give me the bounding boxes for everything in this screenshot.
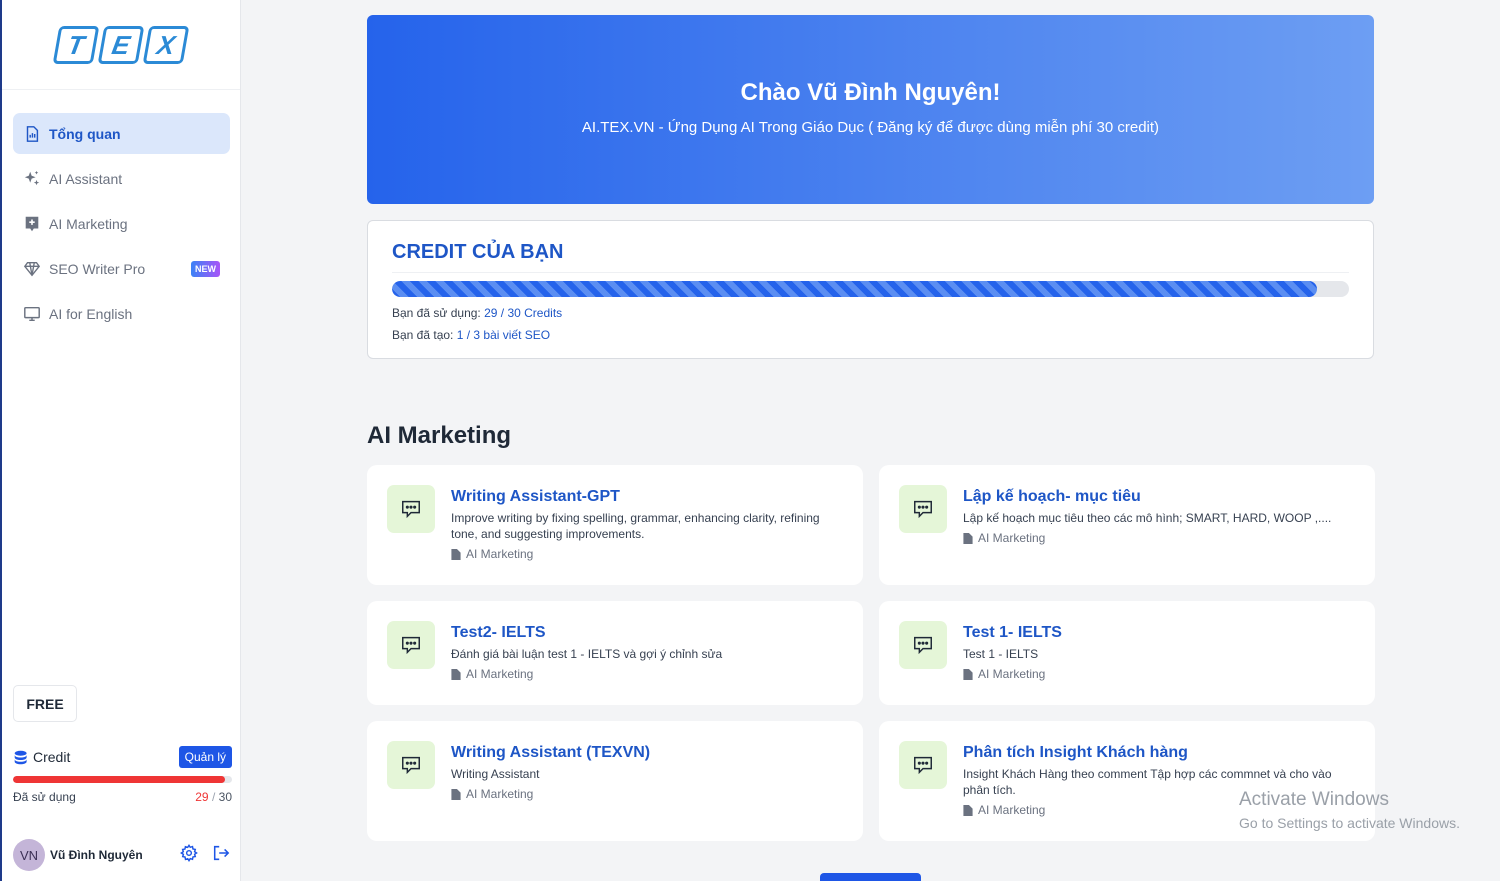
category-label: AI Marketing bbox=[978, 803, 1046, 817]
card-description: Test 1 - IELTS bbox=[963, 647, 1039, 661]
section-title: AI Marketing bbox=[367, 422, 512, 449]
welcome-subtitle: AI.TEX.VN - Ứng Dụng AI Trong Giáo Dục (… bbox=[581, 119, 1160, 136]
watermark-subtitle: Go to Settings to activate Windows. bbox=[1239, 815, 1460, 831]
logo-letter: X bbox=[142, 25, 190, 64]
category-label: AI Marketing bbox=[466, 547, 534, 561]
plan-badge: FREE bbox=[13, 685, 77, 722]
card-category: AI Marketing bbox=[963, 531, 1331, 545]
sparkles-icon bbox=[23, 170, 41, 188]
monitor-icon bbox=[23, 305, 41, 323]
logo-letter: E bbox=[97, 25, 145, 64]
credit-used-stat: Bạn đã sử dụng: 29 / 30 Credits bbox=[392, 306, 1349, 320]
tool-card[interactable]: Lập kế hoạch- mục tiêu Lập kế hoạch mục … bbox=[879, 465, 1375, 585]
sidebar: T E X Tổng quan AI Assistant AI Marketin… bbox=[0, 0, 241, 881]
chart-document-icon bbox=[23, 125, 41, 143]
chat-bubble-icon bbox=[899, 485, 947, 533]
credit-progress-fill bbox=[392, 281, 1318, 297]
welcome-banner: Chào Vũ Đình Nguyên! AI.TEX.VN - Ứng Dụn… bbox=[367, 15, 1374, 204]
tool-card[interactable]: Test2- IELTS Đánh giá bài luận test 1 - … bbox=[367, 601, 863, 705]
card-description: Lập kế hoạch mục tiêu theo các mô hình; … bbox=[963, 511, 1332, 525]
logo-area: T E X bbox=[2, 0, 240, 90]
file-icon bbox=[451, 668, 461, 680]
card-title[interactable]: Writing Assistant (TEXVN) bbox=[451, 744, 650, 762]
credit-used-count: 29 / 30 bbox=[195, 790, 232, 804]
card-category: AI Marketing bbox=[451, 667, 722, 681]
card-category: AI Marketing bbox=[451, 547, 843, 561]
file-icon bbox=[963, 668, 973, 680]
credit-used-value: 29 bbox=[195, 790, 209, 804]
credit-card-title: CREDIT CỦA BẠN bbox=[392, 241, 1349, 273]
card-title[interactable]: Lập kế hoạch- mục tiêu bbox=[963, 488, 1331, 506]
card-title[interactable]: Test2- IELTS bbox=[451, 624, 722, 642]
chat-bubble-icon bbox=[387, 485, 435, 533]
category-label: AI Marketing bbox=[466, 667, 534, 681]
sidebar-item-seo-writer[interactable]: SEO Writer Pro NEW bbox=[13, 248, 230, 289]
chat-bubble-icon bbox=[387, 621, 435, 669]
ai-plus-icon bbox=[23, 215, 41, 233]
stat-value: 1 / 3 bài viết SEO bbox=[456, 328, 551, 342]
logout-icon[interactable] bbox=[212, 844, 230, 867]
chat-bubble-icon bbox=[899, 741, 947, 789]
tool-card[interactable]: Writing Assistant-GPT Improve writing by… bbox=[367, 465, 863, 585]
manage-credit-button[interactable]: Quản lý bbox=[178, 746, 232, 768]
diamond-icon bbox=[23, 260, 41, 278]
tool-card[interactable]: Writing Assistant (TEXVN) Writing Assist… bbox=[367, 721, 863, 841]
card-title[interactable]: Test 1- IELTS bbox=[963, 624, 1062, 642]
seo-created-stat: Bạn đã tạo: 1 / 3 bài viết SEO bbox=[392, 328, 1349, 342]
credit-title: Credit bbox=[13, 749, 70, 766]
card-category: AI Marketing bbox=[963, 667, 1062, 681]
chat-bubble-icon bbox=[899, 621, 947, 669]
sidebar-item-label: AI Assistant bbox=[49, 170, 123, 187]
card-title[interactable]: Phân tích Insight Khách hàng bbox=[963, 744, 1355, 762]
windows-activation-watermark: Activate Windows Go to Settings to activ… bbox=[1239, 789, 1460, 831]
sidebar-nav: Tổng quan AI Assistant AI Marketing SEO … bbox=[2, 90, 240, 334]
tool-card[interactable]: Test 1- IELTS Test 1 - IELTS AI Marketin… bbox=[879, 601, 1375, 705]
category-label: AI Marketing bbox=[978, 667, 1046, 681]
credit-card: CREDIT CỦA BẠN Bạn đã sử dụng: 29 / 30 C… bbox=[367, 220, 1374, 359]
sidebar-credit: Credit Quản lý Đã sử dụng 29 / 30 bbox=[13, 746, 232, 804]
credit-separator: / bbox=[211, 790, 216, 804]
sidebar-item-ai-marketing[interactable]: AI Marketing bbox=[13, 203, 230, 244]
sidebar-item-label: Tổng quan bbox=[49, 125, 121, 142]
avatar[interactable]: VN bbox=[13, 839, 45, 871]
sidebar-item-label: AI for English bbox=[49, 305, 133, 322]
card-category: AI Marketing bbox=[451, 787, 650, 801]
sidebar-item-label: AI Marketing bbox=[49, 215, 128, 232]
credit-total-value: 30 bbox=[218, 790, 232, 804]
credit-progress-bar bbox=[392, 281, 1349, 297]
category-label: AI Marketing bbox=[466, 787, 534, 801]
file-icon bbox=[451, 548, 461, 560]
sidebar-item-overview[interactable]: Tổng quan bbox=[13, 113, 230, 154]
credit-usage-fill bbox=[13, 776, 225, 783]
stat-label: Bạn đã sử dụng: bbox=[392, 306, 481, 320]
user-row: VN Vũ Đình Nguyên bbox=[13, 839, 232, 871]
card-description: Đánh giá bài luận test 1 - IELTS và gợi … bbox=[451, 647, 723, 661]
file-icon bbox=[451, 788, 461, 800]
stat-label: Bạn đã tạo: bbox=[392, 328, 454, 342]
gear-icon[interactable] bbox=[180, 843, 198, 867]
card-description: Improve writing by fixing spelling, gram… bbox=[451, 511, 820, 541]
logo-letter: T bbox=[52, 25, 100, 64]
sidebar-item-label: SEO Writer Pro bbox=[49, 260, 146, 277]
file-icon bbox=[963, 804, 973, 816]
welcome-title: Chào Vũ Đình Nguyên! bbox=[740, 79, 1001, 106]
new-badge: NEW bbox=[191, 260, 220, 277]
sidebar-item-ai-assistant[interactable]: AI Assistant bbox=[13, 158, 230, 199]
category-label: AI Marketing bbox=[978, 531, 1046, 545]
sidebar-item-ai-english[interactable]: AI for English bbox=[13, 293, 230, 334]
credit-used-label: Đã sử dụng bbox=[13, 790, 76, 804]
load-more-button[interactable] bbox=[820, 873, 921, 881]
coins-icon bbox=[13, 749, 30, 766]
chat-bubble-icon bbox=[387, 741, 435, 789]
card-description: Writing Assistant bbox=[451, 767, 540, 781]
stat-value: 29 / 30 Credits bbox=[484, 306, 563, 320]
card-title[interactable]: Writing Assistant-GPT bbox=[451, 488, 843, 506]
tex-logo[interactable]: T E X bbox=[52, 25, 190, 64]
file-icon bbox=[963, 532, 973, 544]
watermark-title: Activate Windows bbox=[1239, 789, 1389, 810]
credit-usage-bar bbox=[13, 776, 232, 783]
credit-label: Credit bbox=[33, 749, 71, 765]
user-name: Vũ Đình Nguyên bbox=[50, 848, 143, 862]
